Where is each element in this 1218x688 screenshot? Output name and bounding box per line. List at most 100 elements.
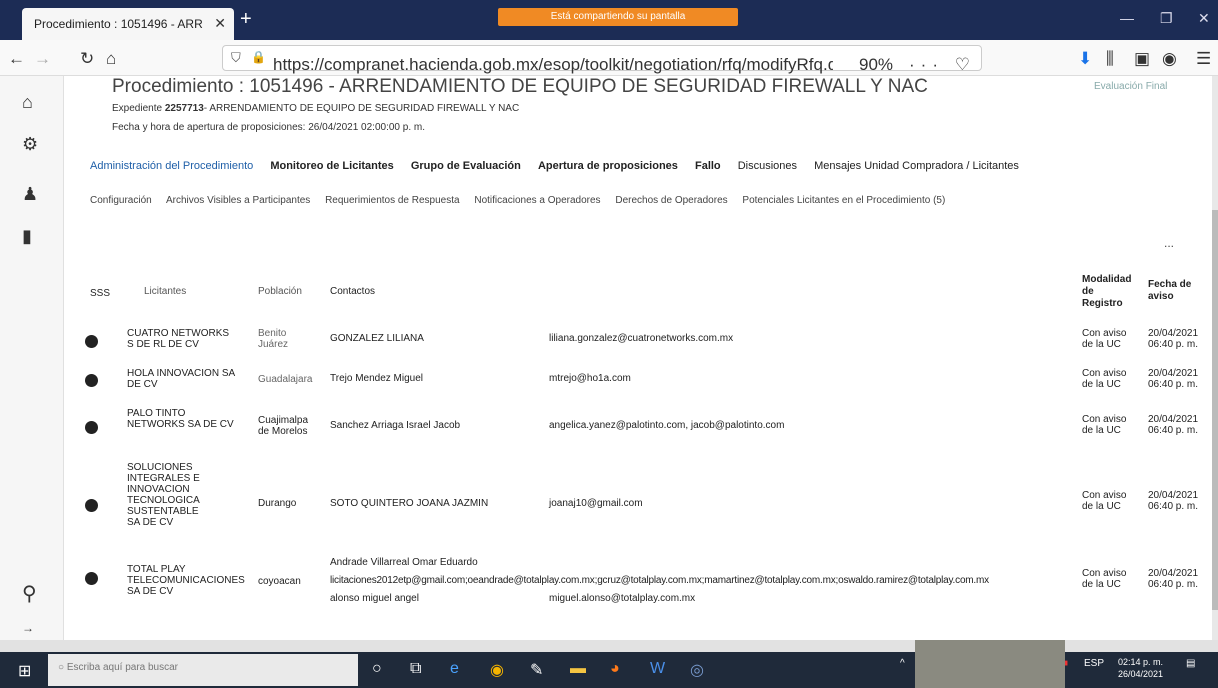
clock-time: 02:14 p. m. — [1118, 657, 1164, 667]
more-options-button[interactable]: ... — [1164, 236, 1174, 250]
app-icon[interactable]: ◎ — [690, 660, 704, 680]
main-content: Procedimiento : 1051496 - ARRENDAMIENTO … — [64, 76, 1212, 640]
opening-date: Fecha y hora de apertura de proposicione… — [112, 122, 425, 133]
contact-name: Sanchez Arriaga Israel Jacob — [330, 420, 461, 431]
licitante-name[interactable]: CUATRO NETWORKS S DE RL DE CV — [127, 328, 237, 350]
download-icon[interactable]: ⬇ — [1078, 49, 1092, 69]
pen-app-icon[interactable]: ✎ — [530, 660, 543, 680]
tab-grupo-evaluacion[interactable]: Grupo de Evaluación — [411, 160, 521, 172]
page-title: Procedimiento : 1051496 - ARRENDAMIENTO … — [112, 76, 928, 97]
header-contactos[interactable]: Contactos — [330, 286, 375, 297]
licitante-name[interactable]: SOLUCIONES INTEGRALES E INNOVACION TECNO… — [127, 462, 209, 528]
subtab-archivos[interactable]: Archivos Visibles a Participantes — [166, 195, 310, 206]
licitante-name[interactable]: TOTAL PLAY TELECOMUNICACIONES SA DE CV — [127, 564, 247, 597]
settings-nav-icon[interactable]: ⚙ — [22, 134, 38, 155]
taskbar-search-placeholder[interactable]: Escriba aquí para buscar — [67, 662, 178, 673]
close-tab-icon[interactable]: ✕ — [214, 15, 226, 32]
browser-navbar: ← → ↻ ⌂ ⛉ 🔒 https://compranet.hacienda.g… — [0, 40, 1218, 94]
poblacion: Durango — [258, 498, 297, 509]
zoom-level[interactable]: 90% — [859, 55, 893, 75]
shield-icon[interactable]: ⛉ — [231, 50, 241, 66]
firefox-icon[interactable]: ◕ — [610, 660, 620, 678]
browser-titlebar: Procedimiento : 1051496 - ARR ✕ + Está c… — [0, 0, 1218, 40]
file-explorer-icon[interactable]: ▬ — [570, 660, 586, 678]
header-licitantes[interactable]: Licitantes — [144, 286, 186, 297]
contact-email[interactable]: liliana.gonzalez@cuatronetworks.com.mx — [549, 333, 733, 344]
sidebar-icon[interactable]: ▣ — [1134, 49, 1150, 69]
back-icon[interactable]: ← — [8, 49, 25, 69]
contact-email[interactable]: angelica.yanez@palotinto.com, jacob@palo… — [549, 420, 784, 431]
fecha-aviso: 20/04/2021 06:40 p. m. — [1148, 568, 1199, 590]
language-indicator[interactable]: ESP — [1084, 658, 1104, 669]
task-view-icon[interactable]: ⧉ — [410, 660, 421, 678]
header-modalidad[interactable]: Modalidad de Registro — [1082, 274, 1134, 310]
sss-status-icon — [85, 374, 98, 387]
contact-name: SOTO QUINTERO JOANA JAZMIN — [330, 498, 489, 509]
header-fecha-aviso[interactable]: Fecha de aviso — [1148, 279, 1194, 303]
app-sidebar: ⌂ ⚙ ♟ ▮ ⚲ → — [0, 76, 64, 640]
browser-tab[interactable]: Procedimiento : 1051496 - ARR ✕ — [22, 8, 234, 40]
expediente-number: 2257713 — [164, 103, 204, 114]
tray-expand-icon[interactable]: ^ — [900, 658, 905, 669]
minimize-icon[interactable]: — — [1120, 10, 1134, 26]
subtab-requerimientos[interactable]: Requerimientos de Respuesta — [325, 195, 460, 206]
subtab-derechos[interactable]: Derechos de Operadores — [615, 195, 727, 206]
tab-administracion[interactable]: Administración del Procedimiento — [90, 160, 253, 172]
expediente-desc: - ARRENDAMIENTO DE EQUIPO DE SEGURIDAD F… — [203, 103, 520, 114]
licitante-name[interactable]: HOLA INNOVACION SA DE CV — [127, 368, 237, 390]
evaluation-final-status: Evaluación Final — [1094, 81, 1168, 92]
expand-icon[interactable]: → — [22, 621, 34, 635]
taskbar-search[interactable]: ○ Escriba aquí para buscar — [48, 654, 358, 686]
lock-icon[interactable]: 🔒 — [251, 50, 266, 64]
url-text[interactable]: https://compranet.hacienda.gob.mx/esop/t… — [273, 55, 833, 75]
screen-share-banner[interactable]: Está compartiendo su pantalla — [498, 8, 738, 26]
contact-emails[interactable]: licitaciones2012etp@gmail.com;oeandrade@… — [330, 575, 1050, 586]
search-icon: ○ — [58, 662, 67, 673]
home-icon[interactable]: ⌂ — [106, 49, 116, 69]
contact-name-2: alonso miguel angel — [330, 593, 419, 604]
subtab-potenciales[interactable]: Potenciales Licitantes en el Procedimien… — [742, 195, 945, 206]
header-sss: SSS — [90, 288, 111, 299]
documents-nav-icon[interactable]: ▮ — [22, 226, 32, 247]
tab-apertura[interactable]: Apertura de proposiciones — [538, 160, 678, 172]
chrome-icon[interactable]: ◉ — [490, 660, 504, 680]
new-tab-icon[interactable]: + — [240, 8, 252, 31]
subtab-configuracion[interactable]: Configuración — [90, 195, 152, 206]
sss-status-icon — [85, 572, 98, 585]
account-icon[interactable]: ◉ — [1162, 49, 1177, 69]
search-icon[interactable]: ⚲ — [22, 581, 37, 606]
subtab-notificaciones[interactable]: Notificaciones a Operadores — [474, 195, 600, 206]
tab-mensajes[interactable]: Mensajes Unidad Compradora / Licitantes — [814, 160, 1019, 172]
windows-start-icon[interactable]: ⊞ — [18, 661, 31, 681]
tab-discusiones[interactable]: Discusiones — [738, 160, 797, 172]
poblacion: coyoacan — [258, 576, 301, 587]
tab-monitoreo[interactable]: Monitoreo de Licitantes — [270, 160, 393, 172]
contact-email-2[interactable]: miguel.alonso@totalplay.com.mx — [549, 593, 695, 604]
word-icon[interactable]: W — [650, 660, 665, 678]
cortana-icon[interactable]: ○ — [372, 660, 382, 678]
taskbar-clock[interactable]: 02:14 p. m. 26/04/2021 — [1118, 656, 1163, 680]
library-icon[interactable]: ⫼ — [1106, 49, 1114, 69]
clock-date: 26/04/2021 — [1118, 669, 1164, 679]
maximize-icon[interactable]: ❐ — [1160, 10, 1173, 27]
forward-icon[interactable]: → — [34, 49, 51, 69]
scrollbar-thumb[interactable] — [1212, 210, 1218, 610]
close-window-icon[interactable]: ✕ — [1198, 10, 1210, 27]
contact-email[interactable]: mtrejo@ho1a.com — [549, 373, 631, 384]
edge-icon[interactable]: e — [450, 660, 459, 678]
users-nav-icon[interactable]: ♟ — [22, 184, 38, 205]
notifications-icon[interactable]: ▤ — [1186, 658, 1195, 669]
modalidad: Con aviso de la UC — [1082, 328, 1127, 350]
sub-tabs: Configuración Archivos Visibles a Partic… — [90, 195, 957, 206]
expediente-line: Expediente 2257713- ARRENDAMIENTO DE EQU… — [112, 103, 519, 114]
url-bar[interactable]: ⛉ 🔒 https://compranet.hacienda.gob.mx/es… — [222, 45, 982, 94]
menu-icon[interactable]: ☰ — [1196, 49, 1211, 69]
expediente-label: Expediente — [112, 103, 163, 114]
tab-fallo[interactable]: Fallo — [695, 160, 721, 172]
contact-name: Trejo Mendez Miguel — [330, 373, 424, 384]
home-nav-icon[interactable]: ⌂ — [22, 92, 33, 113]
reload-icon[interactable]: ↻ — [80, 49, 94, 69]
header-poblacion[interactable]: Población — [258, 286, 302, 297]
contact-email[interactable]: joanaj10@gmail.com — [549, 498, 643, 509]
licitante-name[interactable]: PALO TINTO NETWORKS SA DE CV — [127, 408, 237, 430]
